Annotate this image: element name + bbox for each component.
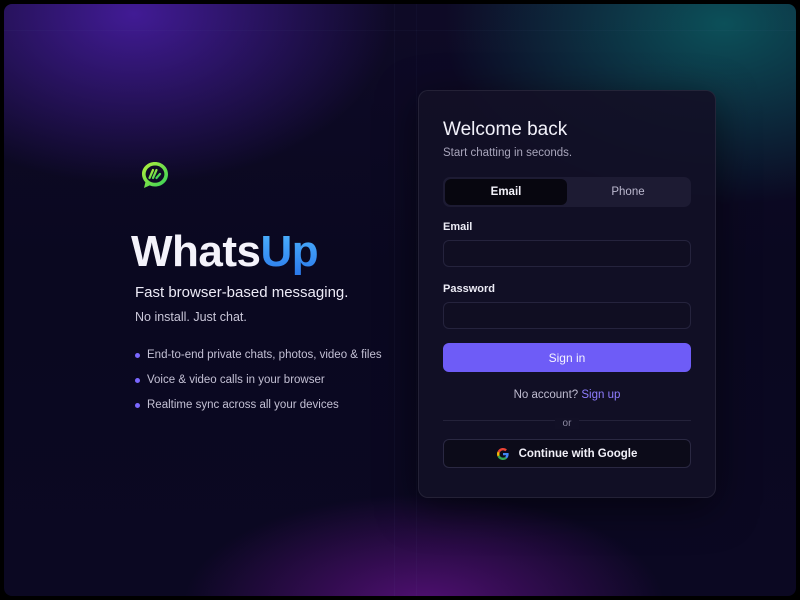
login-form: Welcome back Start chatting in seconds. …	[443, 119, 691, 468]
feature-item: Voice & video calls in your browser	[135, 373, 391, 398]
password-field[interactable]	[443, 302, 691, 329]
login-card: Welcome back Start chatting in seconds. …	[418, 90, 716, 498]
bullet-dot-icon	[135, 353, 140, 358]
google-icon	[496, 447, 509, 460]
tab-phone[interactable]: Phone	[567, 179, 689, 205]
feature-list: End-to-end private chats, photos, video …	[135, 348, 391, 423]
feature-item: End-to-end private chats, photos, video …	[135, 348, 391, 373]
no-account-text: No account?	[513, 389, 579, 401]
brand-name-part1: Whats	[131, 227, 261, 276]
signup-prompt: No account? Sign up	[443, 389, 691, 401]
feature-text: Realtime sync across all your devices	[147, 399, 339, 411]
feature-text: End-to-end private chats, photos, video …	[147, 349, 382, 361]
feature-text: Voice & video calls in your browser	[147, 374, 325, 386]
app-window: WhatsUp Fast browser-based messaging. No…	[4, 4, 796, 596]
brand-subtagline: No install. Just chat.	[135, 310, 247, 324]
sign-in-button[interactable]: Sign in	[443, 343, 691, 372]
divider-text: or	[554, 418, 580, 429]
chat-bubble-logo-icon	[142, 162, 168, 188]
login-subtitle: Start chatting in seconds.	[443, 147, 573, 159]
login-title: Welcome back	[443, 119, 568, 140]
or-divider: or	[443, 413, 691, 429]
bullet-dot-icon	[135, 378, 140, 383]
feature-item: Realtime sync across all your devices	[135, 398, 391, 423]
brand-panel: WhatsUp Fast browser-based messaging. No…	[131, 159, 391, 423]
tab-email[interactable]: Email	[445, 179, 567, 205]
bullet-dot-icon	[135, 403, 140, 408]
brand-name-part2: Up	[260, 227, 319, 276]
google-button-label: Continue with Google	[518, 447, 638, 460]
email-field[interactable]	[443, 240, 691, 267]
brand-name: WhatsUp	[131, 226, 391, 278]
continue-with-google-button[interactable]: Continue with Google	[443, 439, 691, 468]
sign-up-link[interactable]: Sign up	[581, 389, 620, 401]
password-label: Password	[443, 283, 495, 295]
email-label: Email	[443, 221, 473, 233]
login-method-tabs: Email Phone	[443, 177, 691, 207]
brand-tagline: Fast browser-based messaging.	[135, 284, 349, 301]
